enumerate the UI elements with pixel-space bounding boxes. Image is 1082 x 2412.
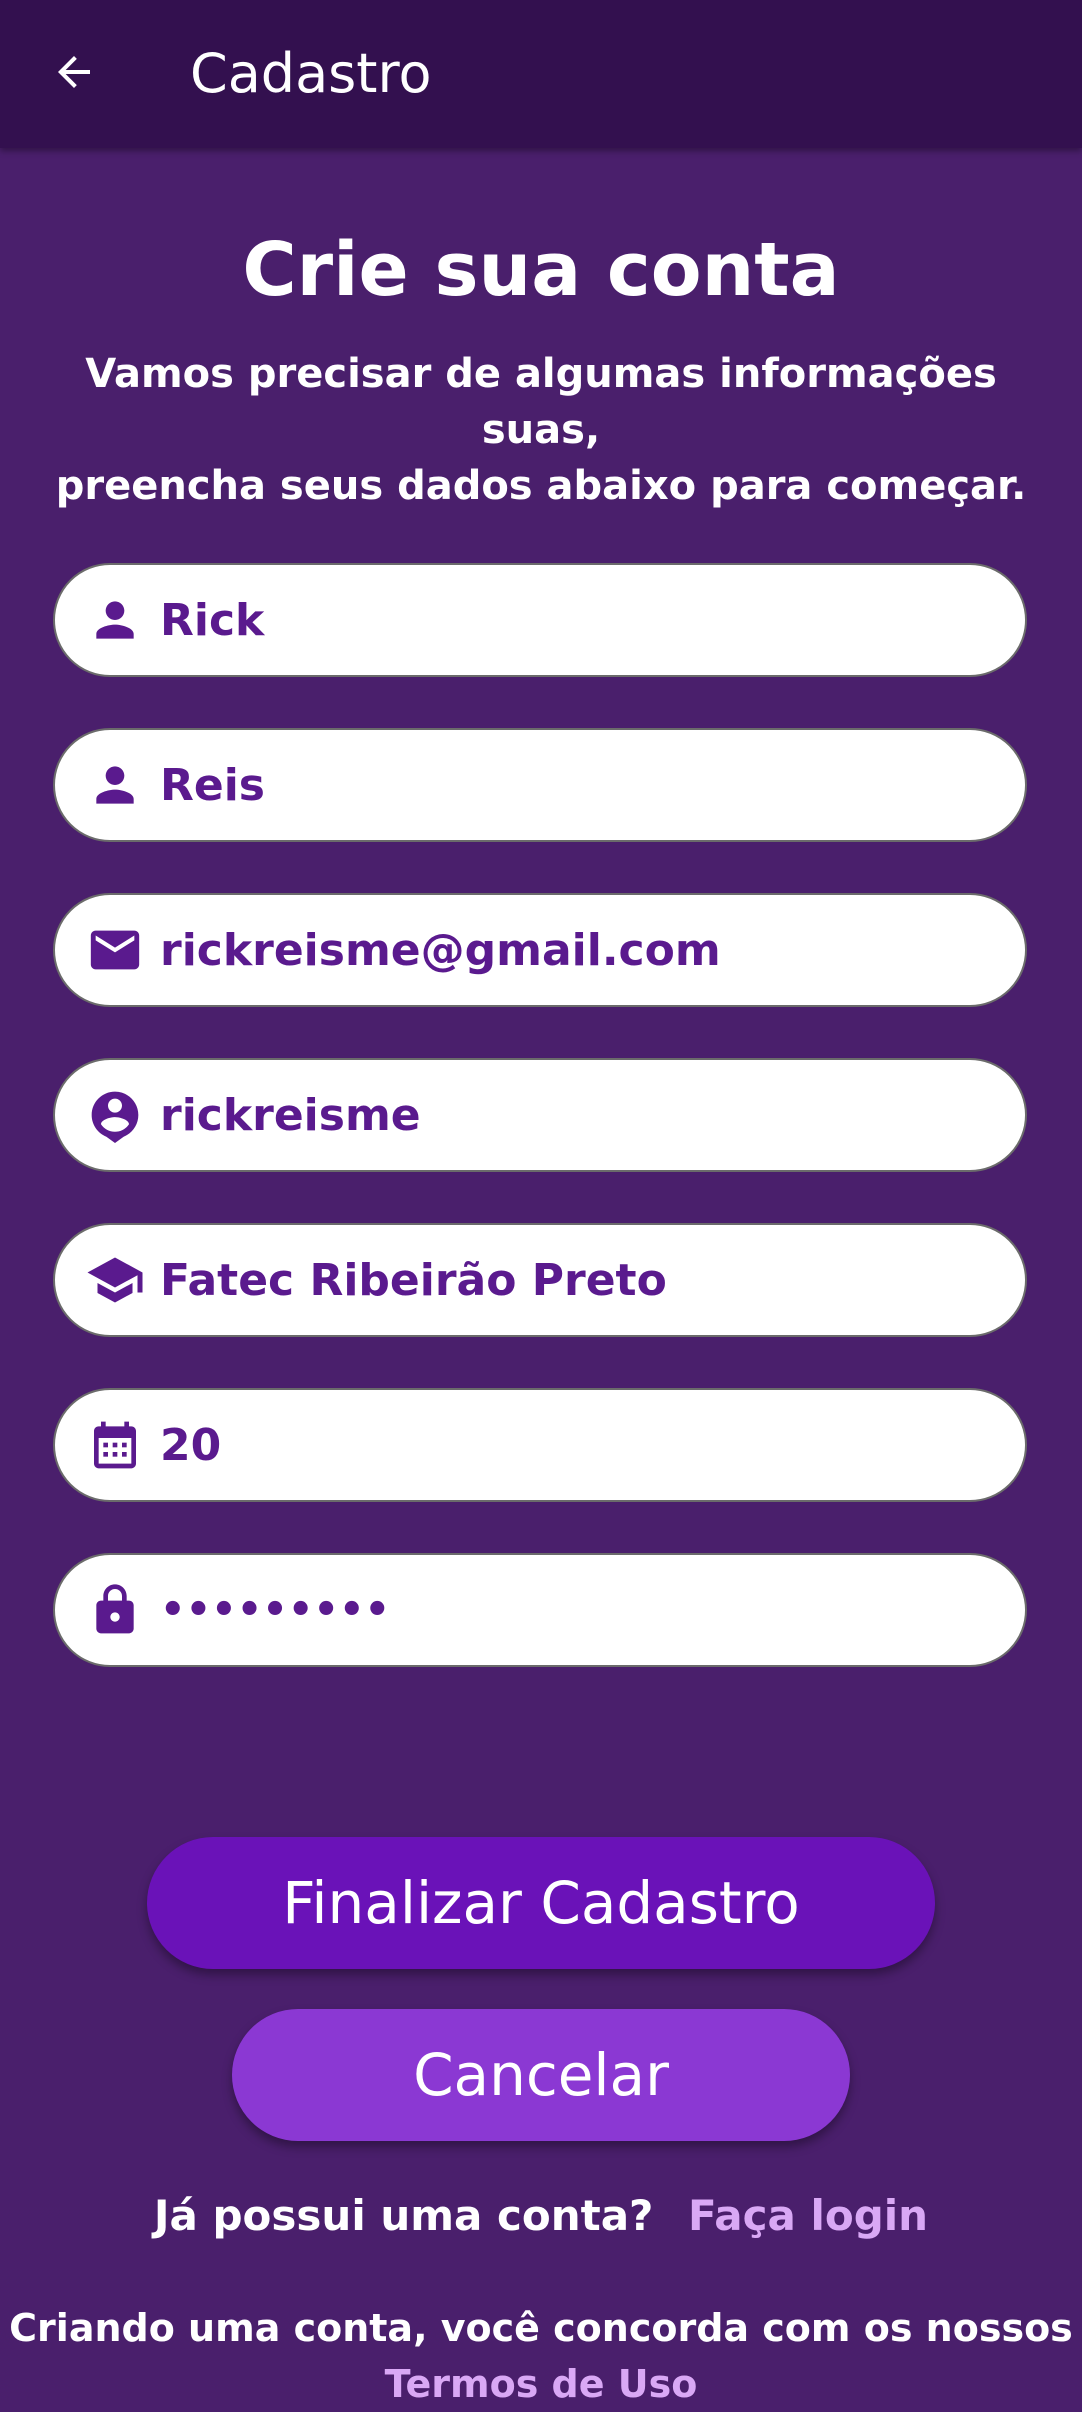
app-bar-title: Cadastro [190, 42, 432, 105]
person-icon [84, 589, 146, 651]
cancel-button[interactable]: Cancelar [232, 2009, 850, 2141]
login-link[interactable]: Faça login [688, 2191, 928, 2240]
calendar-icon [84, 1414, 146, 1476]
login-prompt: Já possui uma conta? Faça login [0, 2186, 1082, 2246]
last-name-field[interactable]: Reis [53, 728, 1027, 842]
terms-notice: Criando uma conta, você concorda com os … [0, 2300, 1082, 2412]
person-icon [84, 754, 146, 816]
subtitle-line-2: preencha seus dados abaixo para começar. [55, 463, 1027, 509]
graduation-cap-icon [84, 1249, 146, 1311]
account-circle-icon [84, 1084, 146, 1146]
page-subtitle: Vamos precisar de algumas informações su… [40, 346, 1042, 514]
username-field[interactable]: rickreisme [53, 1058, 1027, 1172]
first-name-field[interactable]: Rick [53, 563, 1027, 677]
app-bar: Cadastro [0, 0, 1082, 148]
first-name-value: Rick [160, 594, 265, 646]
mail-icon [84, 919, 146, 981]
age-field[interactable]: 20 [53, 1388, 1027, 1502]
subtitle-line-1: Vamos precisar de algumas informações su… [85, 351, 997, 453]
lock-icon [84, 1579, 146, 1641]
last-name-value: Reis [160, 759, 265, 811]
submit-button[interactable]: Finalizar Cadastro [147, 1837, 935, 1969]
terms-text: Criando uma conta, você concorda com os … [9, 2306, 1073, 2350]
email-value: rickreisme@gmail.com [160, 924, 721, 976]
password-value: ••••••••• [160, 1587, 391, 1633]
age-value: 20 [160, 1419, 222, 1471]
email-field[interactable]: rickreisme@gmail.com [53, 893, 1027, 1007]
terms-link[interactable]: Termos de Uso [0, 2356, 1082, 2412]
username-value: rickreisme [160, 1089, 421, 1141]
password-field[interactable]: ••••••••• [53, 1553, 1027, 1667]
institution-value: Fatec Ribeirão Preto [160, 1254, 667, 1306]
arrow-left-icon [50, 48, 98, 100]
login-question: Já possui uma conta? [153, 2191, 654, 2240]
back-button[interactable] [34, 34, 114, 114]
page-title: Crie sua conta [242, 227, 840, 313]
institution-field[interactable]: Fatec Ribeirão Preto [53, 1223, 1027, 1337]
